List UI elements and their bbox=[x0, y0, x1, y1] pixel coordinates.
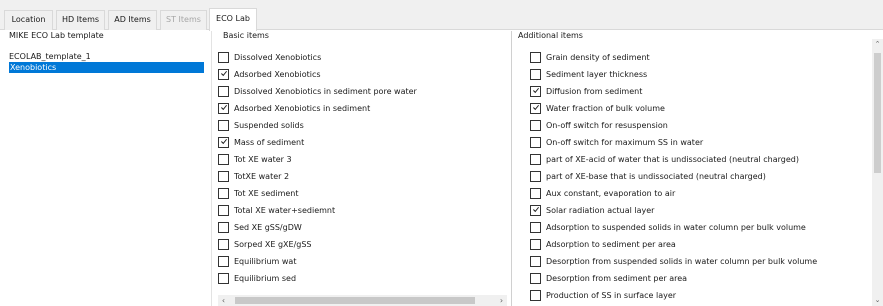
checkbox-label: Adsorption to sediment per area bbox=[546, 240, 676, 249]
checkbox[interactable] bbox=[530, 256, 541, 267]
checkbox[interactable] bbox=[530, 52, 541, 63]
checkbox[interactable] bbox=[218, 103, 229, 114]
checkbox[interactable] bbox=[218, 222, 229, 233]
checkbox-label: Sed XE gSS/gDW bbox=[234, 223, 302, 232]
checkbox-label: Total XE water+sediemnt bbox=[234, 206, 336, 215]
checkbox[interactable] bbox=[530, 273, 541, 284]
checkbox[interactable] bbox=[218, 86, 229, 97]
checkbox-label: Mass of sediment bbox=[234, 138, 305, 147]
tab-location[interactable]: Location bbox=[4, 10, 53, 30]
checkmark-icon bbox=[221, 104, 227, 111]
checkbox[interactable] bbox=[530, 154, 541, 165]
checkbox[interactable] bbox=[530, 86, 541, 97]
additional-items-title: Additional items bbox=[518, 31, 583, 40]
checkbox-label: Adsorbed Xenobiotics in sediment bbox=[234, 104, 371, 113]
checkbox[interactable] bbox=[530, 103, 541, 114]
checkbox[interactable] bbox=[218, 273, 229, 284]
checkbox[interactable] bbox=[218, 188, 229, 199]
checkbox[interactable] bbox=[218, 69, 229, 80]
tab-hd-items[interactable]: HD Items bbox=[56, 10, 105, 30]
scroll-up-arrow-icon[interactable]: ⌃ bbox=[872, 39, 883, 50]
checkbox[interactable] bbox=[530, 222, 541, 233]
checkbox-label: Dissolved Xenobiotics in sediment pore w… bbox=[234, 87, 417, 96]
checkbox-label: Tot XE water 3 bbox=[234, 155, 292, 164]
checkmark-icon bbox=[221, 70, 227, 77]
checkbox-label: Adsorption to suspended solids in water … bbox=[546, 223, 806, 232]
tab-bar: Location HD Items AD Items ST Items ECO … bbox=[0, 0, 883, 31]
template-item-xenobiotics[interactable]: Xenobiotics bbox=[9, 62, 204, 73]
checkbox-label: Solar radiation actual layer bbox=[546, 206, 655, 215]
checkbox-label: Equilibrium wat bbox=[234, 257, 297, 266]
checkbox[interactable] bbox=[530, 171, 541, 182]
checkbox[interactable] bbox=[218, 52, 229, 63]
checkmark-icon bbox=[221, 138, 227, 145]
checkbox[interactable] bbox=[218, 137, 229, 148]
checkbox-label: Sediment layer thickness bbox=[546, 70, 648, 79]
checkbox-label: part of XE-base that is undissociated (n… bbox=[546, 172, 766, 181]
scroll-right-arrow-icon[interactable]: › bbox=[496, 295, 507, 306]
checkmark-icon bbox=[533, 104, 539, 111]
horizontal-scroll-thumb[interactable] bbox=[235, 297, 475, 304]
checkbox-label: On-off switch for resuspension bbox=[546, 121, 668, 130]
checkbox-label: Grain density of sediment bbox=[546, 53, 650, 62]
checkbox[interactable] bbox=[218, 171, 229, 182]
checkbox[interactable] bbox=[218, 256, 229, 267]
checkbox-label: Diffusion from sediment bbox=[546, 87, 643, 96]
template-panel: MIKE ECO Lab template ECOLAB_template_1 … bbox=[9, 31, 212, 306]
checkbox[interactable] bbox=[530, 205, 541, 216]
checkbox-label: Adsorbed Xenobiotics bbox=[234, 70, 321, 79]
additional-items-panel: Additional items Grain density of sedime… bbox=[513, 31, 883, 306]
scroll-down-arrow-icon[interactable]: ⌄ bbox=[872, 295, 883, 306]
checkbox-label: Water fraction of bulk volume bbox=[546, 104, 665, 113]
checkbox-label: Dissolved Xenobiotics bbox=[234, 53, 322, 62]
basic-items-title: Basic items bbox=[223, 31, 269, 40]
checkbox-label: Desorption from sediment per area bbox=[546, 274, 688, 283]
template-item-ecolab[interactable]: ECOLAB_template_1 bbox=[9, 51, 91, 62]
checkbox-label: On-off switch for maximum SS in water bbox=[546, 138, 704, 147]
checkbox-label: Suspended solids bbox=[234, 121, 304, 130]
checkbox[interactable] bbox=[218, 205, 229, 216]
checkbox-label: Production of SS in surface layer bbox=[546, 291, 677, 300]
tab-st-items: ST Items bbox=[160, 10, 207, 30]
checkbox[interactable] bbox=[530, 137, 541, 148]
horizontal-scrollbar[interactable]: ‹ › bbox=[218, 295, 507, 306]
tab-ad-items[interactable]: AD Items bbox=[108, 10, 157, 30]
vertical-scrollbar[interactable]: ⌃ ⌄ bbox=[872, 39, 883, 306]
checkbox-label: TotXE water 2 bbox=[234, 172, 290, 181]
checkbox[interactable] bbox=[530, 239, 541, 250]
template-panel-title: MIKE ECO Lab template bbox=[9, 31, 104, 40]
checkbox-label: Sorped XE gXE/gSS bbox=[234, 240, 312, 249]
checkbox[interactable] bbox=[530, 290, 541, 301]
checkbox-label: Tot XE sediment bbox=[234, 189, 299, 198]
checkbox[interactable] bbox=[218, 154, 229, 165]
checkbox[interactable] bbox=[530, 120, 541, 131]
checkbox-label: Equilibrium sed bbox=[234, 274, 297, 283]
checkbox-label: part of XE-acid of water that is undisso… bbox=[546, 155, 799, 164]
checkbox-label: Desorption from suspended solids in wate… bbox=[546, 257, 818, 266]
checkbox-label: Aux constant, evaporation to air bbox=[546, 189, 676, 198]
checkbox[interactable] bbox=[218, 120, 229, 131]
checkbox[interactable] bbox=[530, 188, 541, 199]
checkbox[interactable] bbox=[218, 239, 229, 250]
checkmark-icon bbox=[533, 87, 539, 94]
vertical-scroll-thumb[interactable] bbox=[874, 53, 881, 173]
scroll-left-arrow-icon[interactable]: ‹ bbox=[218, 295, 229, 306]
checkbox[interactable] bbox=[530, 69, 541, 80]
tab-eco-lab[interactable]: ECO Lab bbox=[209, 8, 257, 31]
basic-items-panel: Basic items Dissolved Xenobiotics Adsorbe… bbox=[213, 31, 512, 306]
checkmark-icon bbox=[533, 206, 539, 213]
